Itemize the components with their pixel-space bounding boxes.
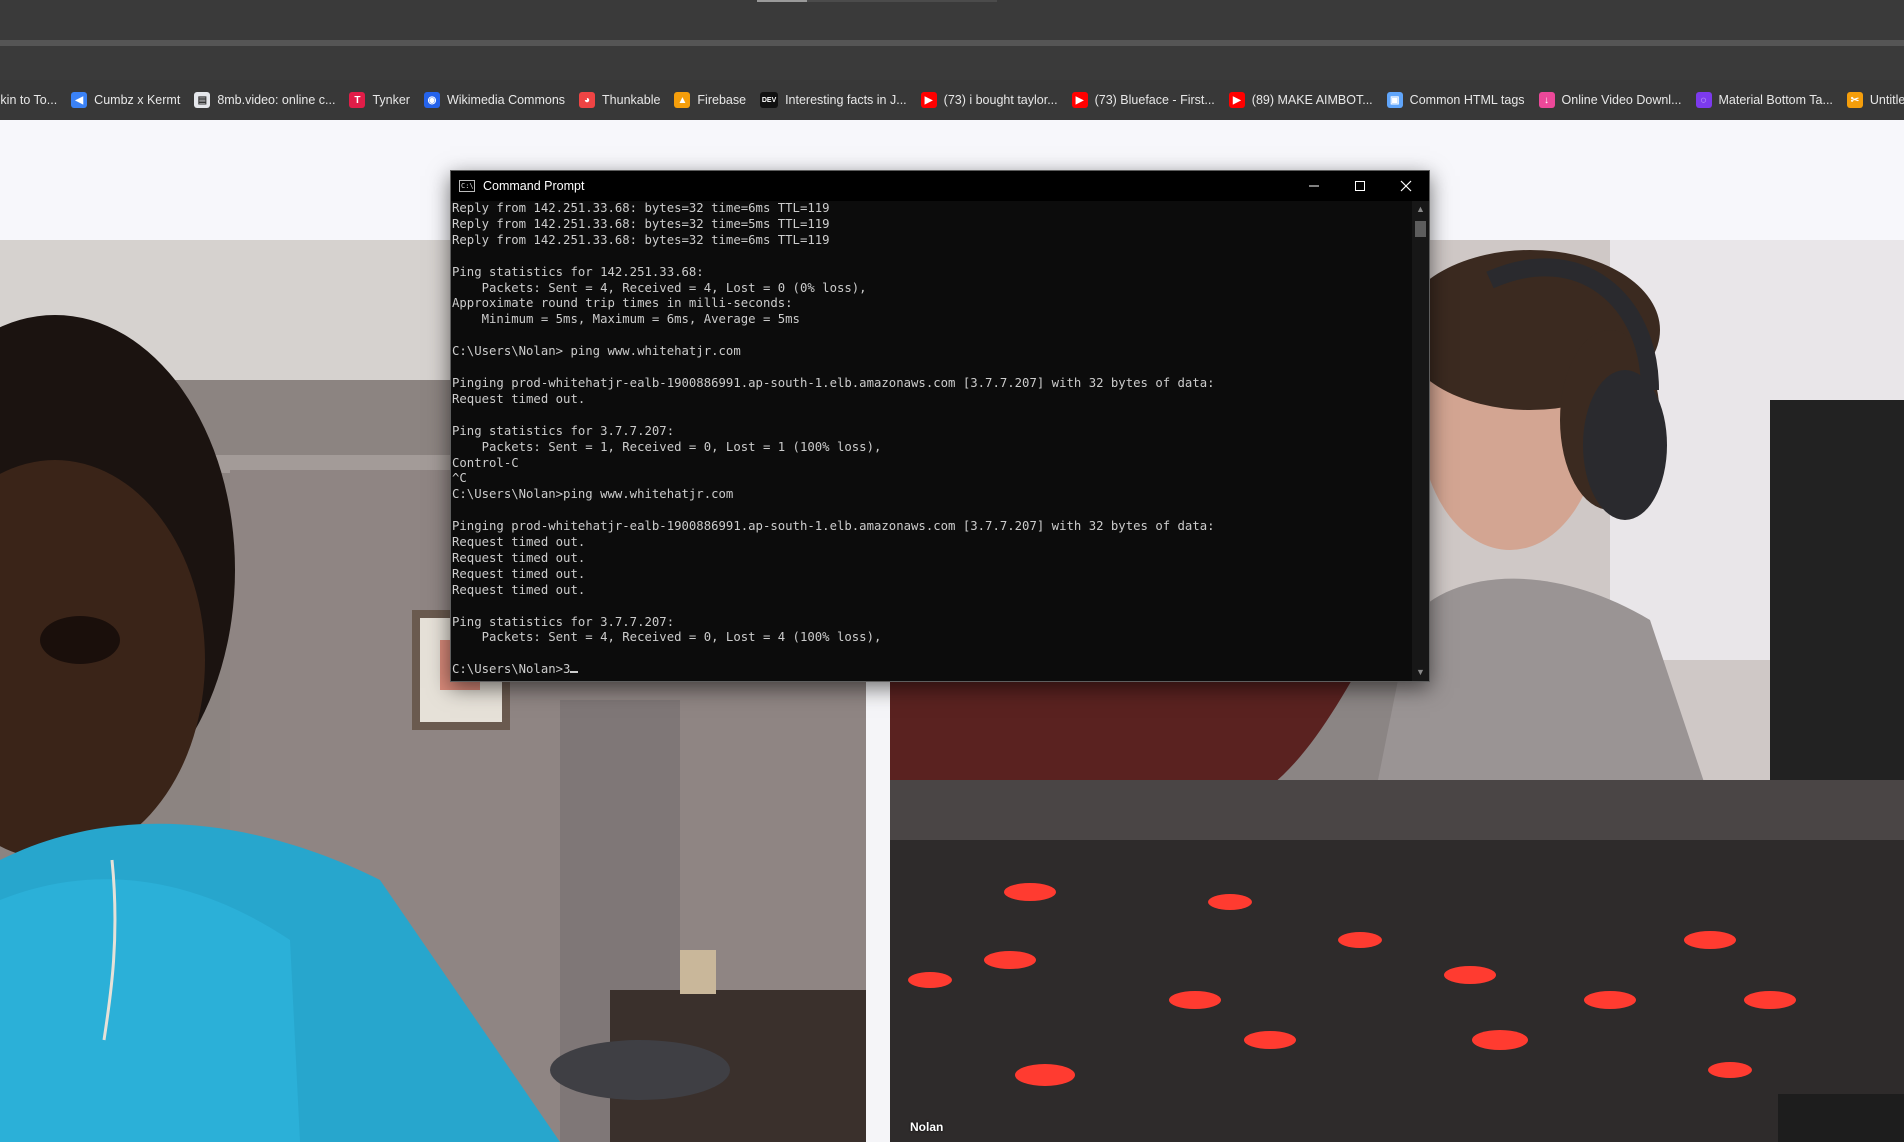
scroll-thumb[interactable]: [1415, 221, 1426, 237]
command-prompt-window[interactable]: C:\ Command Prompt Reply from 142.251.33…: [450, 170, 1430, 682]
maximize-button[interactable]: [1337, 171, 1383, 201]
bookmark-label: Tynker: [372, 93, 410, 107]
minimize-icon: [1309, 185, 1319, 187]
active-tab-indicator: [757, 0, 807, 2]
bookmark-label: 8mb.video: online c...: [217, 93, 336, 107]
wikimedia-icon: ◉: [423, 92, 440, 108]
video-divider: [866, 680, 890, 1142]
firebase-icon: ▲: [674, 92, 691, 108]
text-cursor: [570, 671, 579, 674]
participant-name-tag: Nolan: [910, 1120, 944, 1134]
bookmark-item[interactable]: ◕ Thunkable: [579, 80, 660, 120]
bookmark-label: Firebase: [697, 93, 747, 107]
console-text: Reply from 142.251.33.68: bytes=32 time=…: [452, 201, 1215, 677]
bookmarks-bar: ...kin to To... ◀ Cumbz x Kermt ▤ 8mb.video:…: [0, 80, 1904, 120]
bookmark-label: (73) i bought taylor...: [943, 93, 1058, 107]
bookmark-item[interactable]: ▶ (73) i bought taylor...: [920, 80, 1058, 120]
bookmark-item[interactable]: ▲ Firebase: [674, 80, 746, 120]
arrow-icon: ◀: [71, 92, 88, 108]
bookmark-item[interactable]: ▶ (73) Blueface - First...: [1071, 80, 1215, 120]
console-output[interactable]: Reply from 142.251.33.68: bytes=32 time=…: [451, 201, 1412, 681]
bookmark-item[interactable]: ...kin to To...: [0, 80, 57, 120]
bookmark-item[interactable]: ✂ Untitled - Clipped: [1846, 80, 1904, 120]
minimize-button[interactable]: [1291, 171, 1337, 201]
bookmark-item[interactable]: ▣ Common HTML tags: [1386, 80, 1525, 120]
browser-tab-strip: [0, 0, 1904, 40]
close-icon: [1400, 180, 1412, 192]
youtube-icon: ▶: [1071, 92, 1088, 108]
bookmark-label: Online Video Downl...: [1561, 93, 1682, 107]
thunkable-icon: ◕: [579, 92, 596, 108]
bookmark-label: (73) Blueface - First...: [1094, 93, 1215, 107]
bookmark-label: Common HTML tags: [1409, 93, 1525, 107]
bookmark-label: (89) MAKE AIMBOT...: [1251, 93, 1373, 107]
maximize-icon: [1355, 181, 1365, 191]
clipped-icon: ✂: [1846, 92, 1863, 108]
bookmark-label: Interesting facts in J...: [785, 93, 907, 107]
bookmark-label: ...kin to To...: [0, 93, 58, 107]
console-icon: C:\: [459, 180, 475, 192]
bookmark-item[interactable]: ▶ (89) MAKE AIMBOT...: [1228, 80, 1373, 120]
window-title: Command Prompt: [483, 179, 585, 193]
scroll-up-arrow-icon[interactable]: ▲: [1412, 201, 1429, 218]
bookmark-item[interactable]: ▤ 8mb.video: online c...: [194, 80, 335, 120]
close-button[interactable]: [1383, 171, 1429, 201]
doc-icon: ▤: [194, 92, 211, 108]
save-icon: ▣: [1386, 92, 1403, 108]
bookmark-label: Thunkable: [602, 93, 661, 107]
dev-icon: DEV: [760, 92, 779, 108]
bookmark-label: Cumbz x Kermt: [94, 93, 181, 107]
bookmark-item[interactable]: ◉ Wikimedia Commons: [423, 80, 566, 120]
self-view-box: [1778, 1094, 1904, 1142]
bookmark-label: Material Bottom Ta...: [1718, 93, 1833, 107]
scroll-down-arrow-icon[interactable]: ▼: [1412, 664, 1429, 681]
browser-toolbar: [0, 46, 1904, 80]
material-icon: ◌: [1695, 92, 1712, 108]
video-download-icon: ↓: [1538, 92, 1555, 108]
bookmark-item[interactable]: ◌ Material Bottom Ta...: [1695, 80, 1833, 120]
tynker-icon: T: [349, 92, 366, 108]
window-title-bar[interactable]: C:\ Command Prompt: [451, 171, 1429, 201]
console-scrollbar[interactable]: ▲ ▼: [1412, 201, 1429, 681]
bookmark-item[interactable]: T Tynker: [349, 80, 410, 120]
bookmark-item[interactable]: ↓ Online Video Downl...: [1538, 80, 1682, 120]
tab-indicator: [757, 0, 997, 2]
bookmark-item[interactable]: ◀ Cumbz x Kermt: [71, 80, 180, 120]
bookmark-label: Wikimedia Commons: [446, 93, 566, 107]
bookmark-item[interactable]: DEV Interesting facts in J...: [760, 80, 907, 120]
bookmark-label: Untitled - Clipped: [1869, 93, 1904, 107]
youtube-icon: ▶: [1228, 92, 1245, 108]
youtube-icon: ▶: [920, 92, 937, 108]
